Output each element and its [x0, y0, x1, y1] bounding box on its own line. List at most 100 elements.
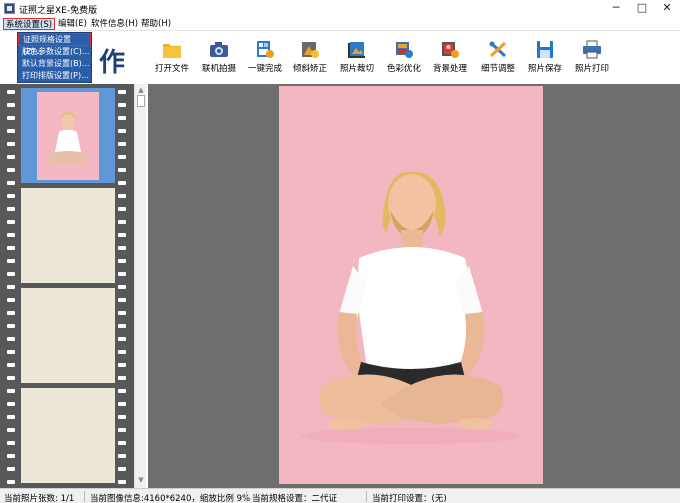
background-process-button[interactable]: 背景处理 [428, 40, 472, 76]
menu-item-default-background[interactable]: 默认背景设置(B)... [18, 58, 91, 70]
image-canvas[interactable] [148, 84, 680, 488]
detail-adjust-label: 细节调整 [480, 64, 515, 74]
film-perforation [118, 350, 126, 354]
menu-bar: 系统设置(S) 编辑(E) 软件信息(H) 帮助(H) [0, 17, 680, 31]
film-perforation [118, 90, 126, 94]
maximize-button[interactable]: □ [629, 0, 655, 17]
film-perforation [118, 129, 126, 133]
film-perforation [118, 285, 126, 289]
film-perforation [7, 324, 15, 328]
scrollbar-thumb[interactable] [137, 95, 145, 107]
film-perforation [7, 389, 15, 393]
film-perforation [7, 454, 15, 458]
film-perforation [7, 311, 15, 315]
status-bar: 当前照片张数: 1/1 当前图像信息:4160*6240，缩放比例 9% 当前规… [0, 488, 680, 503]
film-perforation [7, 220, 15, 224]
filmstrip-perforations-right [115, 84, 127, 488]
background-icon [440, 40, 460, 59]
scroll-up-arrow-icon[interactable]: ▲ [137, 86, 145, 94]
status-photo-count: 当前照片张数: 1/1 [4, 494, 75, 503]
photo-save-label: 照片保存 [527, 64, 562, 74]
film-perforation [118, 415, 126, 419]
film-perforation [118, 467, 126, 471]
online-capture-button[interactable]: 联机拍摄 [197, 40, 241, 76]
film-perforation [7, 272, 15, 276]
film-perforation [7, 441, 15, 445]
thumbnail-frame-empty[interactable] [21, 188, 115, 283]
thumbnail-frame-empty[interactable] [21, 288, 115, 383]
tilt-correction-label: 倾斜矫正 [292, 64, 327, 74]
photo-print-button[interactable]: 照片打印 [570, 40, 614, 76]
film-perforation [7, 363, 15, 367]
film-perforation [118, 454, 126, 458]
film-perforation [118, 233, 126, 237]
menu-software-info[interactable]: 软件信息(H) [89, 18, 140, 30]
photo-save-button[interactable]: 照片保存 [523, 40, 567, 76]
film-perforation [118, 298, 126, 302]
film-perforation [7, 285, 15, 289]
photo-crop-button[interactable]: 照片裁切 [335, 40, 379, 76]
film-perforation [7, 168, 15, 172]
film-perforation [7, 233, 15, 237]
color-optimize-label: 色彩优化 [386, 64, 421, 74]
film-perforation [118, 246, 126, 250]
scroll-down-arrow-icon[interactable]: ▼ [137, 476, 145, 484]
one-click-label: 一键完成 [247, 64, 282, 74]
color-optimize-button[interactable]: 色彩优化 [382, 40, 426, 76]
photo-crop-label: 照片裁切 [339, 64, 374, 74]
save-icon [535, 40, 555, 59]
minimize-button[interactable]: ─ [603, 0, 629, 17]
thumbnail-filmstrip[interactable] [0, 84, 134, 488]
menu-item-spec-settings[interactable]: 证照规格设置(Z)... [18, 33, 91, 56]
menu-system-settings[interactable]: 系统设置(S) [3, 18, 56, 30]
film-perforation [118, 441, 126, 445]
film-perforation [7, 402, 15, 406]
system-settings-dropdown: 证照规格设置(Z)... 肤色参数设置(C)... 默认背景设置(B)... 打… [17, 32, 92, 83]
film-perforation [7, 194, 15, 198]
close-button[interactable]: ✕ [654, 0, 680, 17]
crop-icon [347, 40, 367, 59]
film-perforation [7, 259, 15, 263]
film-perforation [7, 116, 15, 120]
film-perforation [118, 324, 126, 328]
tilt-correction-button[interactable]: 倾斜矫正 [288, 40, 332, 76]
thumbnail-frame-empty[interactable] [21, 388, 115, 483]
menu-edit[interactable]: 编辑(E) [56, 18, 89, 30]
film-perforation [118, 311, 126, 315]
film-perforation [118, 155, 126, 159]
film-perforation [118, 168, 126, 172]
film-perforation [7, 428, 15, 432]
film-perforation [7, 207, 15, 211]
film-perforation [118, 363, 126, 367]
filmstrip-perforations-left [4, 84, 16, 488]
film-perforation [118, 389, 126, 393]
film-perforation [7, 155, 15, 159]
menu-item-print-layout[interactable]: 打印排版设置(P)... [18, 70, 91, 82]
status-print: 当前打印设置：(无) [372, 494, 447, 503]
film-perforation [118, 207, 126, 211]
window-title: 证照之星XE-免费版 [19, 6, 98, 16]
one-click-button[interactable]: 一键完成 [243, 40, 287, 76]
thumbnail-image [37, 92, 99, 180]
film-perforation [118, 480, 126, 484]
film-perforation [7, 181, 15, 185]
folder-icon [162, 40, 182, 59]
camera-icon [209, 40, 229, 59]
film-perforation [7, 103, 15, 107]
menu-help[interactable]: 帮助(H) [139, 18, 173, 30]
status-separator [246, 491, 247, 502]
thumbnail-frame-selected[interactable] [21, 88, 115, 183]
film-perforation [7, 129, 15, 133]
color-icon [394, 40, 414, 59]
online-capture-label: 联机拍摄 [201, 64, 236, 74]
film-perforation [118, 376, 126, 380]
detail-adjust-button[interactable]: 细节调整 [476, 40, 520, 76]
filmstrip-scrollbar[interactable]: ▲ ▼ [134, 84, 146, 488]
film-perforation [118, 402, 126, 406]
menu-item-skin-params[interactable]: 肤色参数设置(C)... [18, 46, 91, 58]
film-perforation [7, 337, 15, 341]
film-perforation [7, 480, 15, 484]
open-file-button[interactable]: 打开文件 [150, 40, 194, 76]
app-icon [4, 3, 15, 14]
film-perforation [7, 350, 15, 354]
